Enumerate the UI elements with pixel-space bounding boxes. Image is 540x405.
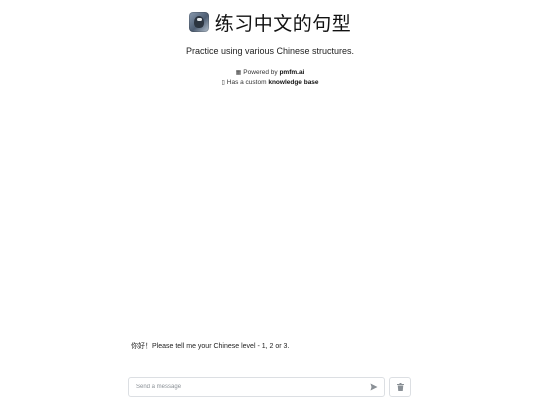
powered-by-link[interactable]: pmfm.ai: [279, 69, 304, 76]
app-avatar-icon: [188, 12, 209, 32]
powered-by-prefix: Powered by: [243, 69, 278, 76]
book-icon: ▯: [221, 80, 225, 86]
knowledge-line: ▯ Has a custom knowledge base: [0, 78, 540, 88]
grid-icon: ▦: [235, 70, 242, 76]
send-button[interactable]: [369, 382, 379, 392]
page-subtitle: Practice using various Chinese structure…: [185, 46, 355, 56]
powered-by-line: ▦ Powered by pmfm.ai: [0, 68, 540, 78]
message-input[interactable]: [136, 381, 361, 393]
knowledge-prefix: Has a custom: [226, 79, 267, 86]
chat-header: 练习中文的句型 Practice using various Chinese s…: [0, 9, 540, 88]
trash-icon: [396, 383, 404, 391]
title-row: 练习中文的句型: [188, 9, 352, 35]
message-composer: [128, 377, 385, 397]
meta-info: ▦ Powered by pmfm.ai ▯ Has a custom knowle…: [0, 68, 540, 88]
assistant-message: 你好！Please tell me your Chinese level - 1…: [131, 343, 290, 350]
send-icon: [370, 383, 378, 391]
page-title: 练习中文的句型: [214, 12, 352, 35]
knowledge-base-link[interactable]: knowledge base: [268, 79, 318, 86]
clear-chat-button[interactable]: [389, 377, 411, 397]
